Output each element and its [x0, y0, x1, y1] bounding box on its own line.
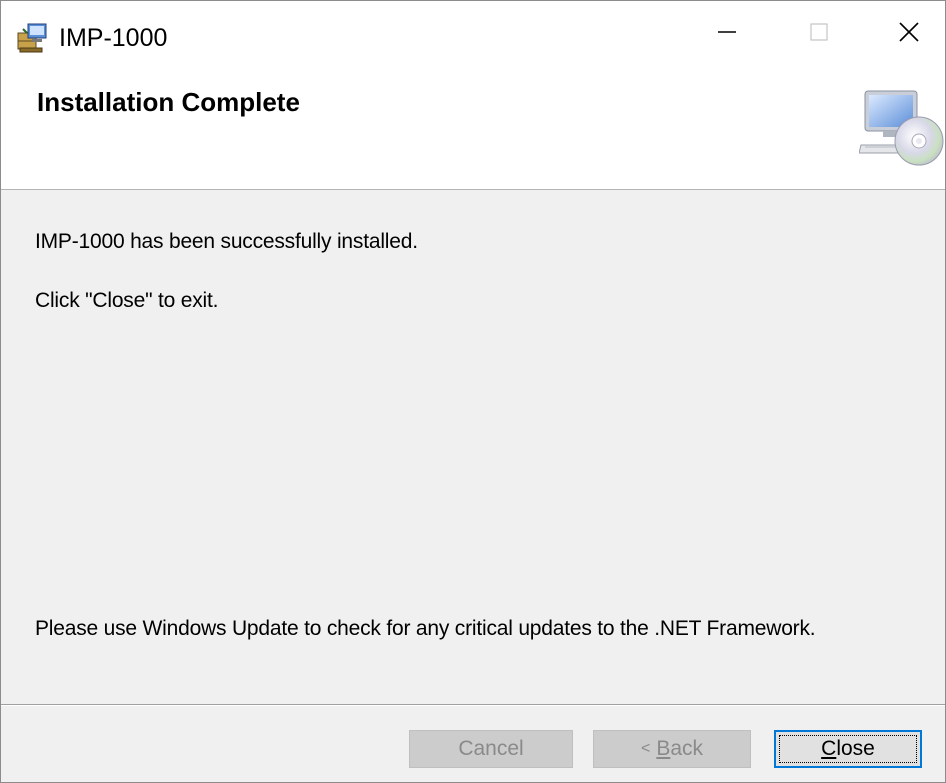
maximize-icon — [808, 21, 830, 48]
installer-package-icon — [15, 21, 49, 55]
installer-window: IMP-1000 Installation Complete IMP-1000 … — [0, 0, 946, 783]
window-title: IMP-1000 — [59, 24, 168, 52]
cancel-button-label: Cancel — [458, 737, 524, 760]
header-banner: Installation Complete — [1, 67, 945, 190]
footer-divider — [1, 704, 945, 706]
back-button-mnemonic: B — [656, 737, 671, 760]
close-button[interactable]: Close — [774, 730, 922, 768]
title-bar[interactable]: IMP-1000 — [1, 1, 945, 67]
minimize-button[interactable] — [681, 1, 773, 67]
maximize-button — [773, 1, 865, 67]
windows-update-message: Please use Windows Update to check for a… — [35, 617, 816, 640]
focus-ring — [779, 735, 917, 763]
installed-message: IMP-1000 has been successfully installed… — [35, 230, 418, 253]
cancel-button[interactable]: Cancel — [409, 730, 573, 768]
window-close-button[interactable] — [863, 1, 945, 67]
close-icon — [897, 20, 921, 49]
back-arrow-icon: < — [640, 740, 651, 757]
back-button-label: ack — [670, 737, 704, 760]
back-button[interactable]: < Back — [593, 730, 751, 768]
computer-with-cd-icon — [858, 85, 945, 173]
page-title: Installation Complete — [37, 87, 300, 117]
minimize-icon — [716, 21, 738, 48]
close-instruction-message: Click "Close" to exit. — [35, 289, 219, 312]
